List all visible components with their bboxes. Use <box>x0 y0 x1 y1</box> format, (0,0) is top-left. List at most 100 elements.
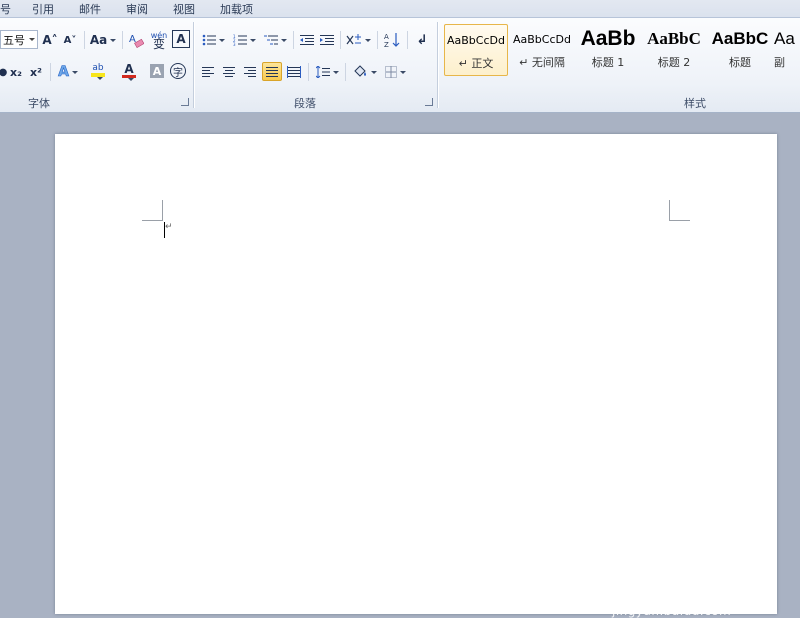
increase-indent-button[interactable] <box>318 30 336 50</box>
tab-layout[interactable]: 号 <box>0 1 11 17</box>
separator <box>308 63 309 81</box>
font-dialog-launcher[interactable] <box>181 98 189 106</box>
text-effect-icon: A <box>58 64 69 81</box>
group-separator <box>437 22 438 108</box>
style-sample: AaBbCcDd <box>513 32 571 46</box>
tab-mailings[interactable]: 邮件 <box>79 1 101 17</box>
char-border-button[interactable]: A <box>172 30 190 48</box>
svg-text:A: A <box>384 33 389 41</box>
superscript-button[interactable]: x² <box>28 62 44 82</box>
style-name: ↵ 正文 <box>458 57 494 70</box>
text-effect-button[interactable]: A <box>56 62 80 82</box>
sort-icon: AZ <box>384 33 400 48</box>
decrease-indent-button[interactable] <box>298 30 316 50</box>
style-subtitle[interactable]: Aa 副 <box>774 24 800 76</box>
shading-button[interactable] <box>351 62 377 82</box>
distribute-button[interactable] <box>285 62 303 82</box>
styles-gallery: AaBbCcDd ↵ 正文 AaBbCcDd ↵ 无间隔 AaBb 标题 1 A… <box>442 22 800 92</box>
separator <box>122 31 123 49</box>
highlight-button[interactable]: ab <box>84 62 112 82</box>
line-spacing-button[interactable] <box>314 62 340 82</box>
show-marks-button[interactable]: ↲ <box>413 30 431 50</box>
distribute-icon <box>287 66 301 78</box>
borders-button[interactable] <box>382 62 408 82</box>
char-shading-icon: A <box>152 64 162 78</box>
char-shading-button[interactable]: A <box>150 64 164 78</box>
enclose-char-button[interactable]: 字 <box>170 63 186 79</box>
style-name: 副 <box>774 56 785 69</box>
increase-indent-icon <box>320 35 334 45</box>
multilevel-list-button[interactable] <box>262 30 288 50</box>
subscript-icon: x₂ <box>10 65 22 79</box>
font-size-select[interactable]: 五号 <box>0 30 38 49</box>
line-spacing-icon <box>315 66 330 78</box>
chevron-down-icon <box>29 38 35 41</box>
change-case-button[interactable]: Aa <box>90 30 116 50</box>
style-sample: AaBbC <box>647 29 701 48</box>
highlight-color-bar <box>91 73 105 77</box>
separator <box>84 31 85 49</box>
style-normal[interactable]: AaBbCcDd ↵ 正文 <box>444 24 508 76</box>
justify-button[interactable] <box>262 62 282 81</box>
watermark-url: jingyan.baidu.com <box>612 604 732 618</box>
svg-text:3: 3 <box>233 42 236 46</box>
style-heading-1[interactable]: AaBb 标题 1 <box>576 24 640 76</box>
style-title[interactable]: AaBbC 标题 <box>708 24 772 76</box>
style-no-spacing[interactable]: AaBbCcDd ↵ 无间隔 <box>510 24 574 76</box>
superscript-icon: x² <box>30 65 42 79</box>
align-right-icon <box>244 67 256 77</box>
crop-mark-top-left <box>142 200 163 221</box>
separator <box>377 31 378 49</box>
font-color-icon: A <box>124 61 134 76</box>
align-center-icon <box>223 67 235 77</box>
align-left-button[interactable] <box>199 62 217 82</box>
strikethrough-partial[interactable]: ● <box>0 62 7 82</box>
separator <box>407 31 408 49</box>
multilevel-list-icon <box>263 35 278 45</box>
styles-group-label: 样式 <box>684 97 706 110</box>
separator <box>345 63 346 81</box>
enclose-char-icon: 字 <box>173 67 183 79</box>
phonetic-guide-button[interactable]: wén 变 <box>150 28 168 52</box>
sort-button[interactable]: AZ <box>382 30 402 50</box>
paragraph-dialog-launcher[interactable] <box>425 98 433 106</box>
numbering-icon: 123 <box>233 34 247 46</box>
style-name: 标题 1 <box>591 56 625 69</box>
tab-review[interactable]: 审阅 <box>126 1 148 17</box>
borders-icon <box>384 66 397 78</box>
shrink-font-button[interactable]: A˅ <box>62 30 78 50</box>
numbering-button[interactable]: 123 <box>231 30 257 50</box>
paragraph-mark: ↵ <box>165 222 173 232</box>
justify-icon <box>266 66 278 77</box>
chinese-layout-button[interactable] <box>345 30 371 50</box>
style-name: 标题 2 <box>657 56 691 69</box>
tab-view[interactable]: 视图 <box>173 1 195 17</box>
watermark-brand: Bai●du 经验 <box>612 527 772 600</box>
separator <box>50 63 51 81</box>
font-color-button[interactable]: A <box>116 62 142 82</box>
style-sample: AaBbC <box>711 29 769 48</box>
align-right-button[interactable] <box>241 62 259 82</box>
clear-format-button[interactable]: A <box>128 30 144 50</box>
ribbon: 五号 A˄ A˅ Aa A wén 变 A ● x₂ x² A ab A A 字 <box>0 18 800 113</box>
font-size-value: 五号 <box>3 33 25 47</box>
chinese-layout-icon <box>346 34 361 45</box>
svg-text:Z: Z <box>384 41 389 48</box>
style-sample: Aa <box>774 29 795 48</box>
subscript-button[interactable]: x₂ <box>8 62 24 82</box>
bullets-icon <box>202 34 216 46</box>
align-left-icon <box>202 67 214 77</box>
bullets-button[interactable] <box>200 30 226 50</box>
style-heading-2[interactable]: AaBbC 标题 2 <box>642 24 706 76</box>
decrease-indent-icon <box>300 35 314 45</box>
style-sample: AaBb <box>580 27 636 50</box>
font-group-label: 字体 <box>28 97 50 110</box>
tab-references[interactable]: 引用 <box>32 1 54 17</box>
change-case-icon: Aa <box>89 33 108 47</box>
grow-font-button[interactable]: A˄ <box>42 30 58 50</box>
tab-addins[interactable]: 加载项 <box>220 1 253 17</box>
style-name: ↵ 无间隔 <box>519 56 565 69</box>
paint-bucket-icon <box>353 65 366 77</box>
crop-mark-top-right <box>669 200 690 221</box>
align-center-button[interactable] <box>220 62 238 82</box>
